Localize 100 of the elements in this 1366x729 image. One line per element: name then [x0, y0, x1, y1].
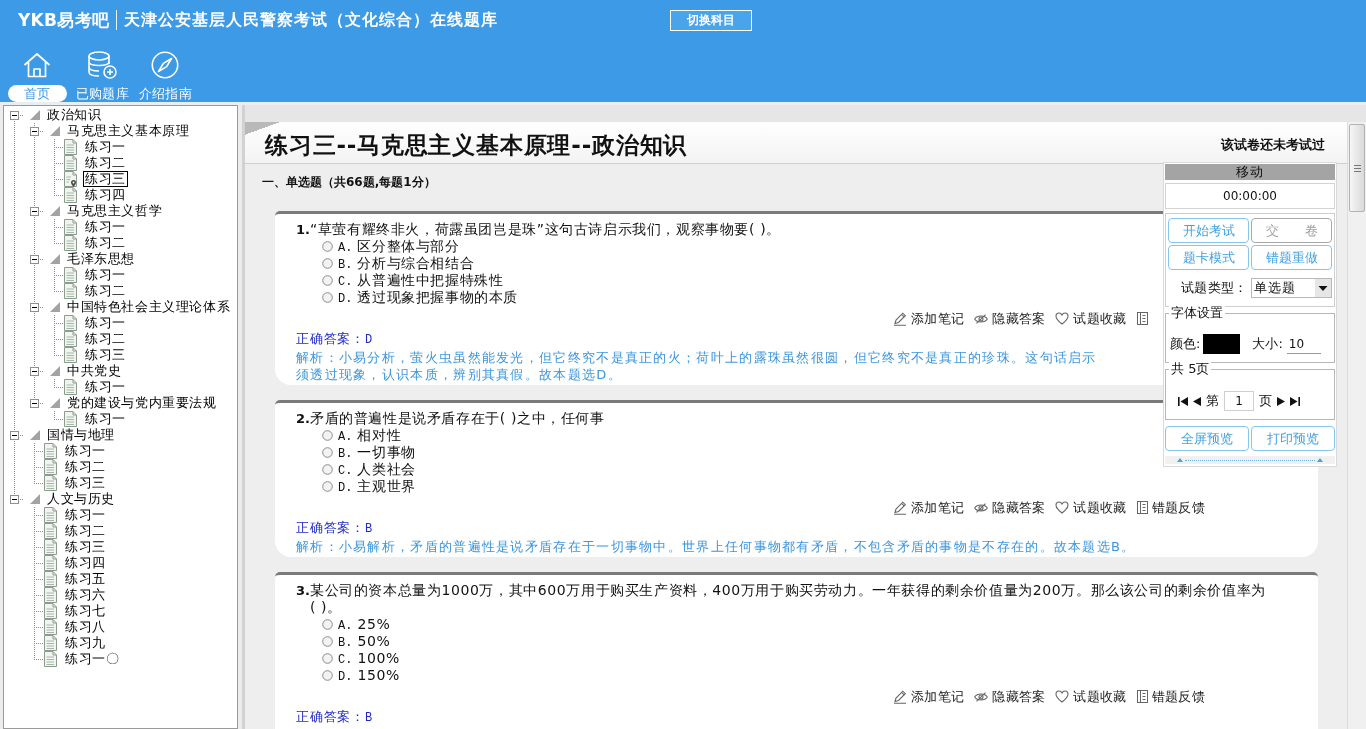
question-type-label: 试题类型：: [1181, 279, 1248, 297]
pencil-icon: [893, 500, 907, 515]
tree-item[interactable]: 人文与历史: [45, 491, 117, 507]
tree-item[interactable]: 练习八: [63, 619, 108, 635]
tree-item[interactable]: 毛泽东思想: [65, 251, 137, 267]
tree-item[interactable]: 练习一: [83, 315, 128, 331]
favorite-button[interactable]: 试题收藏: [1055, 309, 1127, 328]
radio-button[interactable]: [322, 275, 333, 286]
tree-item[interactable]: 练习一: [83, 267, 128, 283]
document-icon: [44, 635, 57, 651]
feedback-button[interactable]: 错题反馈: [1136, 498, 1205, 517]
eye-icon: [974, 313, 989, 324]
correct-answer: 正确答案：D: [296, 330, 373, 349]
minus-box-icon[interactable]: [29, 206, 39, 216]
tree-item[interactable]: 练习四: [83, 187, 128, 203]
radio-button[interactable]: [322, 258, 333, 269]
tree-item[interactable]: 练习三: [83, 171, 128, 187]
move-handle[interactable]: 移动: [1165, 164, 1335, 180]
next-page-icon[interactable]: [1277, 396, 1285, 406]
tree-item[interactable]: 马克思主义哲学: [65, 203, 165, 219]
favorite-button[interactable]: 试题收藏: [1055, 687, 1127, 706]
compass-icon[interactable]: [151, 51, 180, 79]
radio-button[interactable]: [322, 653, 333, 664]
radio-button[interactable]: [322, 464, 333, 475]
add-note-button[interactable]: 添加笔记: [893, 309, 965, 328]
hide-answer-button[interactable]: 隐藏答案: [974, 309, 1046, 328]
tree-item[interactable]: 练习一: [83, 411, 128, 427]
add-note-button[interactable]: 添加笔记: [893, 498, 965, 517]
tree-item[interactable]: 练习二: [83, 155, 128, 171]
option-text: C. 100%: [338, 650, 400, 667]
tree-item[interactable]: 国情与地理: [45, 427, 117, 443]
minus-box-icon[interactable]: [9, 494, 19, 504]
hide-answer-button[interactable]: 隐藏答案: [974, 687, 1046, 706]
minus-box-icon[interactable]: [29, 302, 39, 312]
tree-item[interactable]: 练习二: [63, 523, 108, 539]
question-number: 2.: [296, 410, 310, 427]
hide-answer-button[interactable]: 隐藏答案: [974, 498, 1046, 517]
scrollbar-track[interactable]: [1347, 122, 1366, 729]
triangle-icon: [50, 398, 60, 408]
tree-item[interactable]: 练习四: [63, 555, 108, 571]
tree-item[interactable]: 练习一: [83, 379, 128, 395]
last-page-icon[interactable]: [1290, 396, 1300, 406]
option-text: C. 人类社会: [338, 460, 416, 479]
minus-box-icon[interactable]: [29, 254, 39, 264]
tree-item[interactable]: 练习一: [83, 139, 128, 155]
tree-item[interactable]: 练习九: [63, 635, 108, 651]
question-type-select[interactable]: 单选题: [1251, 278, 1332, 298]
radio-button[interactable]: [322, 670, 333, 681]
radio-button[interactable]: [322, 292, 333, 303]
tree-item[interactable]: 练习一: [63, 507, 108, 523]
heart-icon: [1055, 690, 1070, 703]
tree-item[interactable]: 练习二: [83, 331, 128, 347]
tree-item[interactable]: 练习六: [63, 587, 108, 603]
triangle-icon: [50, 302, 60, 312]
document-icon: [44, 555, 57, 571]
document-icon: [44, 475, 57, 491]
radio-button[interactable]: [322, 481, 333, 492]
site-title: 天津公安基层人民警察考试（文化综合）在线题库: [124, 9, 499, 31]
scrollbar-thumb[interactable]: [1349, 124, 1365, 212]
feedback-button[interactable]: [1136, 312, 1148, 325]
radio-button[interactable]: [322, 619, 333, 630]
tree-item[interactable]: 练习五: [63, 571, 108, 587]
feedback-button[interactable]: 错题反馈: [1136, 687, 1205, 706]
previous-page-icon[interactable]: [1193, 396, 1201, 406]
minus-box-icon[interactable]: [9, 110, 19, 120]
tree-item[interactable]: 练习三: [83, 347, 128, 363]
favorite-button[interactable]: 试题收藏: [1055, 498, 1127, 517]
collapse-handle[interactable]: [1165, 456, 1335, 464]
add-note-button[interactable]: 添加笔记: [893, 687, 965, 706]
tree-item[interactable]: 党的建设与党内重要法规: [65, 395, 219, 411]
document-icon: [44, 571, 57, 587]
tree-item[interactable]: 练习三: [63, 475, 108, 491]
tree-item[interactable]: 中国特色社会主义理论体系: [65, 299, 233, 315]
font-size-field[interactable]: 10: [1286, 334, 1321, 354]
tree-item[interactable]: 练习二: [83, 235, 128, 251]
tree-item[interactable]: 练习二: [83, 283, 128, 299]
first-page-icon[interactable]: [1178, 396, 1188, 406]
radio-button[interactable]: [322, 447, 333, 458]
tree-item[interactable]: 练习二: [63, 459, 108, 475]
home-icon[interactable]: [23, 51, 52, 79]
page-number-field[interactable]: 1: [1224, 391, 1254, 411]
tree-item[interactable]: 练习七: [63, 603, 108, 619]
minus-box-icon[interactable]: [9, 430, 19, 440]
tree-item[interactable]: 练习一: [83, 219, 128, 235]
minus-box-icon[interactable]: [29, 126, 39, 136]
minus-box-icon[interactable]: [29, 398, 39, 408]
minus-box-icon[interactable]: [29, 366, 39, 376]
radio-button[interactable]: [322, 636, 333, 647]
swatch-icon[interactable]: [1203, 334, 1241, 354]
radio-button[interactable]: [322, 430, 333, 441]
tree-item[interactable]: 政治知识: [45, 107, 104, 123]
database-plus-icon[interactable]: [87, 51, 118, 79]
tree-item[interactable]: 练习一: [63, 443, 108, 459]
tree-item[interactable]: 马克思主义基本原理: [65, 123, 192, 139]
document-icon: [64, 139, 77, 155]
tree-item[interactable]: 练习三: [63, 539, 108, 555]
tree-item[interactable]: 练习一〇: [63, 651, 122, 667]
radio-button[interactable]: [322, 241, 333, 252]
up-triangle-icon: [1177, 458, 1183, 462]
tree-item[interactable]: 中共党史: [65, 363, 124, 379]
